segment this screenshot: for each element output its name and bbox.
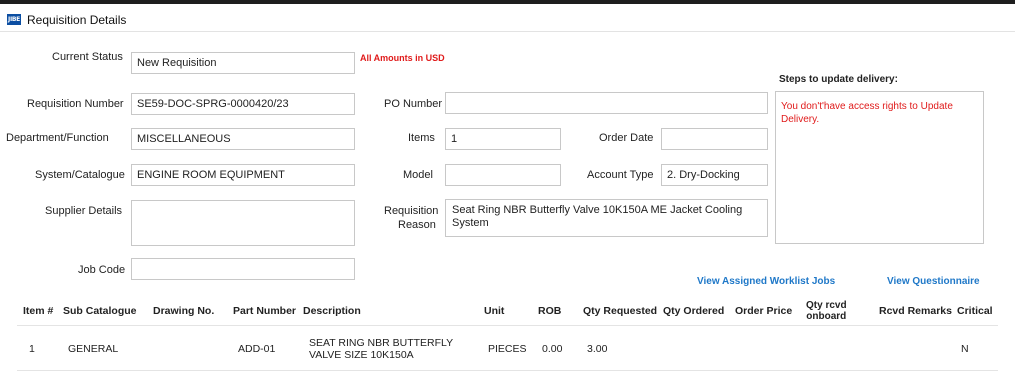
- col-header-drawing-no[interactable]: Drawing No.: [153, 295, 214, 326]
- supplier-details-field[interactable]: [131, 200, 355, 246]
- model-label: Model: [403, 169, 433, 181]
- supplier-details-label: Supplier Details: [45, 205, 123, 217]
- grid-header-row: Item # Sub Catalogue Drawing No. Part Nu…: [17, 295, 998, 326]
- requisition-reason-label-2: Reason: [398, 219, 436, 231]
- cell-unit: PIECES: [488, 342, 527, 355]
- order-date-label: Order Date: [599, 132, 654, 144]
- requisition-number-label: Requisition Number: [27, 98, 124, 110]
- department-label: Department/Function: [6, 132, 109, 144]
- system-catalogue-label: System/Catalogue: [35, 169, 125, 181]
- order-date-field[interactable]: [661, 128, 768, 150]
- col-header-rob[interactable]: ROB: [538, 295, 561, 326]
- requisition-reason-label-1: Requisition: [384, 205, 439, 217]
- model-field[interactable]: [445, 164, 561, 186]
- col-header-part-number[interactable]: Part Number: [233, 295, 296, 326]
- app-logo-icon: JIBE: [7, 14, 21, 25]
- col-header-qty-rcvd-line2: onboard: [806, 310, 847, 322]
- table-row[interactable]: 1 GENERAL ADD-01 SEAT RING NBR BUTTERFLY…: [17, 326, 998, 371]
- col-header-unit[interactable]: Unit: [484, 295, 504, 326]
- cell-critical: N: [961, 342, 969, 355]
- col-header-critical[interactable]: Critical: [957, 295, 993, 326]
- cell-description: SEAT RING NBR BUTTERFLY VALVE SIZE 10K15…: [309, 336, 453, 361]
- job-code-field[interactable]: [131, 258, 355, 280]
- cell-qty-requested: 3.00: [587, 342, 608, 355]
- cell-item: 1: [29, 342, 35, 355]
- requisition-form: Current Status New Requisition All Amoun…: [0, 33, 1015, 376]
- col-header-qty-rcvd-line1: Qty rcvd: [806, 299, 847, 311]
- current-status-label: Current Status: [52, 51, 123, 63]
- system-catalogue-field[interactable]: ENGINE ROOM EQUIPMENT: [131, 164, 355, 186]
- items-grid: Item # Sub Catalogue Drawing No. Part Nu…: [17, 295, 998, 376]
- view-questionnaire-link[interactable]: View Questionnaire: [887, 276, 980, 287]
- col-header-qty-ordered[interactable]: Qty Ordered: [663, 295, 724, 326]
- window-title: Requisition Details: [27, 13, 127, 27]
- title-bar: JIBE Requisition Details: [0, 8, 1015, 32]
- amounts-currency-note: All Amounts in USD: [360, 53, 445, 63]
- access-rights-message: You don't'have access rights to Update D…: [781, 101, 953, 125]
- account-type-field[interactable]: 2. Dry-Docking: [661, 164, 768, 186]
- items-label: Items: [408, 132, 435, 144]
- current-status-field[interactable]: New Requisition: [131, 52, 355, 74]
- po-number-field[interactable]: [445, 92, 768, 114]
- cell-rob: 0.00: [542, 342, 563, 355]
- col-header-item[interactable]: Item #: [23, 295, 53, 326]
- cell-sub-catalogue: GENERAL: [68, 342, 119, 355]
- items-field[interactable]: 1: [445, 128, 561, 150]
- col-header-sub-catalogue[interactable]: Sub Catalogue: [63, 295, 137, 326]
- po-number-label: PO Number: [384, 98, 443, 110]
- col-header-qty-rcvd-onboard[interactable]: Qty rcvd onboard: [806, 295, 847, 326]
- steps-update-delivery-box: You don't'have access rights to Update D…: [775, 91, 984, 244]
- steps-update-delivery-title: Steps to update delivery:: [779, 74, 898, 85]
- col-header-description[interactable]: Description: [303, 295, 361, 326]
- requisition-number-field[interactable]: SE59-DOC-SPRG-0000420/23: [131, 93, 355, 115]
- view-assigned-worklist-jobs-link[interactable]: View Assigned Worklist Jobs: [697, 276, 835, 287]
- col-header-qty-requested[interactable]: Qty Requested: [583, 295, 657, 326]
- department-field[interactable]: MISCELLANEOUS: [131, 128, 355, 150]
- requisition-reason-field[interactable]: Seat Ring NBR Butterfly Valve 10K150A ME…: [445, 199, 768, 237]
- job-code-label: Job Code: [78, 264, 126, 276]
- col-header-rcvd-remarks[interactable]: Rcvd Remarks: [879, 295, 952, 326]
- col-header-order-price[interactable]: Order Price: [735, 295, 792, 326]
- cell-part-number: ADD-01: [238, 342, 276, 355]
- requisition-details-window: JIBE Requisition Details Current Status …: [0, 0, 1015, 376]
- account-type-label: Account Type: [587, 169, 654, 181]
